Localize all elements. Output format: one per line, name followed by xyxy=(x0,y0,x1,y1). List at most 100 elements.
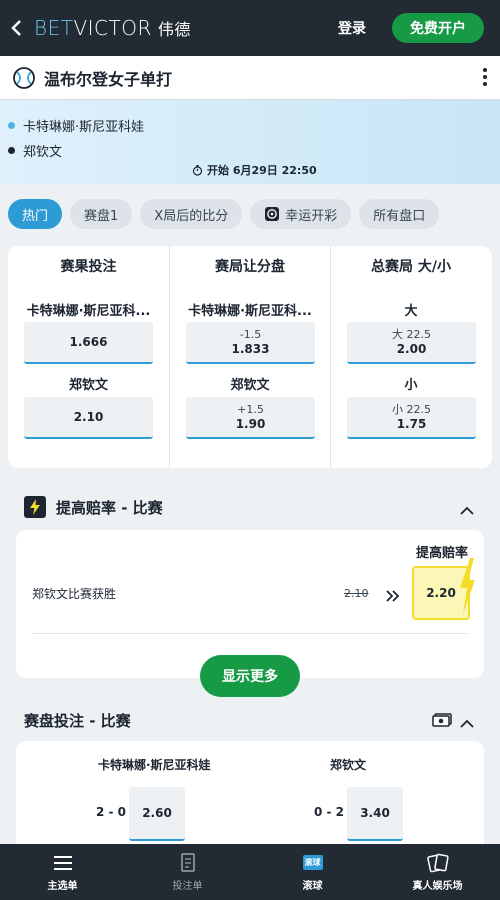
tab-label: 赛盘1 xyxy=(84,208,119,224)
correct-score-card: 卡特琳娜·斯尼亚科娃 郑钦文 2 - 0 2.60 0 - 2 3.40 xyxy=(16,741,484,851)
logo-cn: 伟德 xyxy=(157,20,191,39)
player-indicator xyxy=(8,147,15,154)
start-time: 开始 6月29日 22:50 xyxy=(192,162,317,178)
odds-value: 2.00 xyxy=(396,341,427,356)
correct-score-section-header[interactable]: 赛盘投注 - 比赛 xyxy=(0,700,500,740)
login-button[interactable]: 登录 xyxy=(338,18,366,38)
selection-label: 小 xyxy=(404,378,418,393)
nav-betslip[interactable]: 投注单 xyxy=(125,844,250,900)
odds-button[interactable]: 1.666 xyxy=(24,322,153,364)
odds-button[interactable]: 小 22.5 1.75 xyxy=(347,397,476,439)
tab-set-1[interactable]: 赛盘1 xyxy=(70,199,133,229)
tab-label: 幸运开彩 xyxy=(285,208,338,224)
market-title: 赛果投注 xyxy=(60,259,117,275)
player-2-header: 郑钦文 xyxy=(330,758,367,772)
tab-popular[interactable]: 热门 xyxy=(8,199,63,229)
main-markets-card: 赛果投注 卡特琳娜·斯尼亚科... 1.666 郑钦文 2.10 赛局让分盘 卡… xyxy=(8,246,492,468)
event-header: 温布尔登女子单打 xyxy=(0,56,500,100)
chevron-up-icon[interactable] xyxy=(460,714,474,728)
nav-live-casino[interactable]: 真人娱乐场 xyxy=(375,844,500,900)
tennis-ball-icon xyxy=(12,66,36,90)
betslip-icon xyxy=(177,852,199,873)
back-icon[interactable] xyxy=(10,20,32,36)
tab-all-markets[interactable]: 所有盘口 xyxy=(359,199,440,229)
cash-out-icon xyxy=(432,712,452,727)
more-options-icon[interactable] xyxy=(482,68,488,86)
odds-button[interactable]: +1.5 1.90 xyxy=(186,397,315,439)
nav-label: 滚球 xyxy=(302,880,323,892)
serving-indicator xyxy=(8,122,15,129)
player-1-header: 卡特琳娜·斯尼亚科娃 xyxy=(98,758,211,772)
odds-button[interactable]: 3.40 xyxy=(347,787,403,841)
nav-label: 真人娱乐场 xyxy=(412,880,463,892)
logo-bet: BET xyxy=(34,16,74,40)
odds-value: 2.60 xyxy=(142,806,172,820)
logo-victor: VICTOR xyxy=(73,16,152,40)
start-time-text: 开始 6月29日 22:50 xyxy=(207,164,317,177)
boost-section-header[interactable]: 提高赔率 - 比赛 xyxy=(0,487,500,527)
nav-main-menu[interactable]: 主选单 xyxy=(0,844,125,900)
odds-value: 1.90 xyxy=(235,416,266,431)
menu-icon xyxy=(52,853,74,873)
tab-lucky-draw[interactable]: 幸运开彩 xyxy=(250,199,352,229)
tab-label: 热门 xyxy=(22,208,49,224)
scoreboard-player-2: 郑钦文 xyxy=(8,141,62,160)
top-bar: BETVICTOR 伟德 登录 免费开户 xyxy=(0,0,500,56)
handicap-line: -1.5 xyxy=(239,327,262,341)
old-odds: 2.10 xyxy=(344,587,369,600)
total-games-column: 总赛局 大/小 大 大 22.5 2.00 小 小 22.5 1.75 xyxy=(330,246,491,468)
odds-button[interactable]: 大 22.5 2.00 xyxy=(347,322,476,364)
market-title: 赛局让分盘 xyxy=(215,259,285,275)
cards-icon xyxy=(426,853,449,873)
lucky-draw-icon xyxy=(264,206,280,222)
section-title: 赛盘投注 - 比赛 xyxy=(24,711,131,730)
odds-button[interactable]: 2.10 xyxy=(24,397,153,439)
lightning-icon xyxy=(24,496,46,518)
nav-in-play[interactable]: 滚球 滚球 xyxy=(250,844,375,900)
chevron-up-icon[interactable] xyxy=(460,501,474,515)
odds-value: 3.40 xyxy=(360,806,390,820)
total-line: 小 22.5 xyxy=(392,402,431,416)
boost-lightning-icon xyxy=(458,558,476,614)
stopwatch-icon xyxy=(192,164,203,176)
nav-label: 投注单 xyxy=(172,880,203,892)
bottom-navigation: 主选单 投注单 滚球 滚球 真人娱乐场 xyxy=(0,844,500,900)
odds-button[interactable]: 2.60 xyxy=(129,787,185,841)
section-title: 提高赔率 - 比赛 xyxy=(56,498,163,517)
betvictor-logo[interactable]: BETVICTOR 伟德 xyxy=(34,16,191,40)
scoreboard-player-1: 卡特琳娜·斯尼亚科娃 xyxy=(8,116,144,135)
inplay-badge: 滚球 xyxy=(302,855,323,870)
tab-label: X局后的比分 xyxy=(154,208,229,224)
score-label: 2 - 0 xyxy=(96,805,127,819)
signup-button[interactable]: 免费开户 xyxy=(392,13,484,43)
player-2-name: 郑钦文 xyxy=(23,145,63,160)
odds-value: 2.10 xyxy=(73,409,104,424)
boosted-odds-value: 2.20 xyxy=(426,586,456,600)
selection-label: 郑钦文 xyxy=(230,378,270,393)
show-more-button[interactable]: 显示更多 xyxy=(200,655,300,697)
tab-score-after-x-games[interactable]: X局后的比分 xyxy=(140,199,243,229)
game-handicap-column: 赛局让分盘 卡特琳娜·斯尼亚科... -1.5 1.833 郑钦文 +1.5 1… xyxy=(169,246,330,468)
double-chevron-right-icon xyxy=(386,587,400,602)
odds-value: 1.666 xyxy=(69,334,108,349)
event-title: 温布尔登女子单打 xyxy=(44,69,173,89)
selection-label: 郑钦文 xyxy=(68,378,108,393)
scoreboard: 卡特琳娜·斯尼亚科娃 郑钦文 开始 6月29日 22:50 xyxy=(0,100,500,184)
divider xyxy=(32,633,468,634)
selection-label: 卡特琳娜·斯尼亚科... xyxy=(26,304,151,319)
odds-value: 1.75 xyxy=(396,416,427,431)
odds-value: 1.833 xyxy=(231,341,270,356)
inplay-icon: 滚球 xyxy=(302,853,324,873)
total-line: 大 22.5 xyxy=(392,327,431,341)
score-label: 0 - 2 xyxy=(314,805,345,819)
handicap-line: +1.5 xyxy=(237,402,264,416)
odds-button[interactable]: -1.5 1.833 xyxy=(186,322,315,364)
market-tabs: 热门 赛盘1 X局后的比分 幸运开彩 所有盘口 xyxy=(8,199,440,229)
match-result-column: 赛果投注 卡特琳娜·斯尼亚科... 1.666 郑钦文 2.10 xyxy=(8,246,169,468)
nav-label: 主选单 xyxy=(47,880,78,892)
player-1-name: 卡特琳娜·斯尼亚科娃 xyxy=(23,120,145,135)
tab-label: 所有盘口 xyxy=(373,208,426,224)
boost-selection: 郑钦文比赛获胜 xyxy=(32,587,117,601)
selection-label: 卡特琳娜·斯尼亚科... xyxy=(188,304,312,319)
selection-label: 大 xyxy=(404,304,418,319)
